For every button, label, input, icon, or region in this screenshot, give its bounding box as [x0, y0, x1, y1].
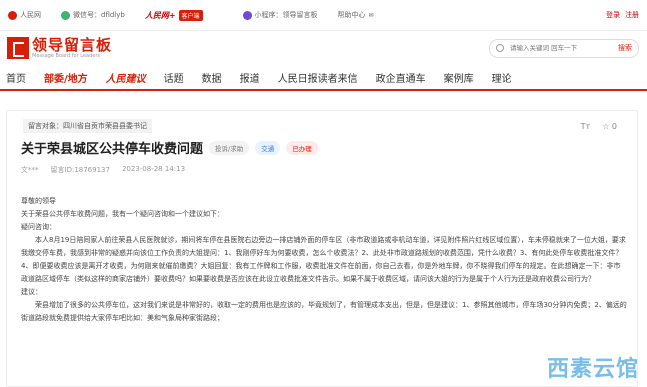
message-body: 尊敬的领导 关于荣县公共停车收费问题，我有一个疑问咨询和一个建议如下： 疑问咨询…	[21, 195, 627, 325]
like-button[interactable]: ☆ 0	[602, 122, 617, 131]
miniprogram-label: 小程序：领导留言板	[254, 11, 318, 19]
logo-title: 领导留言板	[32, 36, 113, 54]
nav-case-library[interactable]: 案例库	[444, 70, 474, 85]
search-box: 搜索	[489, 38, 639, 58]
people-link[interactable]: 人民网	[8, 10, 41, 20]
salutation: 尊敬的领导	[21, 197, 56, 205]
people-label: 人民网	[20, 11, 41, 19]
register-link[interactable]: 注册	[625, 10, 639, 20]
category-badge: 投诉/求助	[209, 140, 250, 155]
domain-badge: 交通	[255, 140, 281, 155]
search-input[interactable]	[508, 43, 602, 53]
watermark: 西素云馆	[546, 357, 639, 382]
wechat-icon	[61, 10, 70, 20]
site-logo[interactable]: 领导留言板 Message Board for Leaders	[7, 37, 112, 59]
help-link[interactable]: 帮助中心 ✉	[338, 10, 374, 20]
search-icon	[496, 44, 504, 52]
help-icon: ✉	[368, 11, 374, 19]
help-label: 帮助中心	[337, 11, 366, 19]
message-card: 留言对象：四川省自贡市荣县县委书记 Tт ☆ 0 关于荣县城区公共停车收费问题 …	[6, 110, 638, 387]
top-bar: 人民网 微信号：dfldlyb 人民网+ 客户端 小程序：领导留言板 帮助中心 …	[0, 0, 647, 31]
nav-topics[interactable]: 话题	[164, 70, 184, 85]
suggestion-heading: 建议：	[21, 288, 42, 296]
status-badge: 已办理	[286, 140, 318, 155]
author: 文***	[21, 166, 39, 174]
wechat-info[interactable]: 微信号：dfldlyb	[61, 10, 125, 20]
miniprogram-info[interactable]: 小程序：领导留言板	[242, 10, 318, 20]
logo-icon	[7, 37, 29, 59]
nav-home[interactable]: 首页	[6, 70, 26, 85]
message-title: 关于荣县城区公共停车收费问题	[21, 142, 204, 157]
message-target: 留言对象：四川省自贡市荣县县委书记	[23, 119, 152, 133]
people-icon	[8, 10, 17, 20]
nav-reader-letters[interactable]: 人民日报读者来信	[278, 70, 358, 85]
nav-business-express[interactable]: 政企直通车	[376, 70, 426, 85]
logo-subtitle: Message Board for Leaders	[32, 53, 101, 59]
message-date: 2023-08-28 14:13	[121, 165, 186, 173]
nav-people-suggestion[interactable]: 人民建议	[106, 70, 146, 85]
nav-reports[interactable]: 报道	[240, 70, 260, 85]
nav-data[interactable]: 数据	[202, 70, 222, 85]
question-paragraph: 本人8月19日陪同家人前往荣县人民医院就诊，期间将车停在县医院右边旁边一排店铺外…	[21, 236, 626, 283]
client-link[interactable]: 人民网+ 客户端	[144, 9, 203, 21]
nav-theory[interactable]: 理论	[492, 70, 512, 85]
login-link[interactable]: 登录	[606, 10, 620, 20]
search-button[interactable]: 搜索	[618, 43, 632, 53]
message-id: 留言ID:18769137	[50, 166, 110, 174]
intro-line: 关于荣县公共停车收费问题，我有一个疑问咨询和一个建议如下：	[21, 210, 224, 218]
client-badge: 客户端	[178, 9, 203, 21]
nav-ministries[interactable]: 部委/地方	[44, 70, 88, 85]
header: 领导留言板 Message Board for Leaders 搜索	[0, 31, 647, 65]
wechat-label: 微信号：dfldlyb	[73, 11, 125, 19]
font-size-icon[interactable]: Tт	[581, 122, 591, 131]
suggestion-paragraph: 荣县增加了很多的公共停车位，这对我们来说是非常好的，收取一定的费用也是应该的，毕…	[21, 301, 627, 322]
main-nav: 首页 部委/地方 人民建议 话题 数据 报道 人民日报读者来信 政企直通车 案例…	[0, 65, 647, 91]
question-heading: 疑问咨询：	[21, 223, 56, 231]
people-logo: 人民网+	[144, 10, 176, 20]
miniprogram-icon	[242, 10, 252, 20]
